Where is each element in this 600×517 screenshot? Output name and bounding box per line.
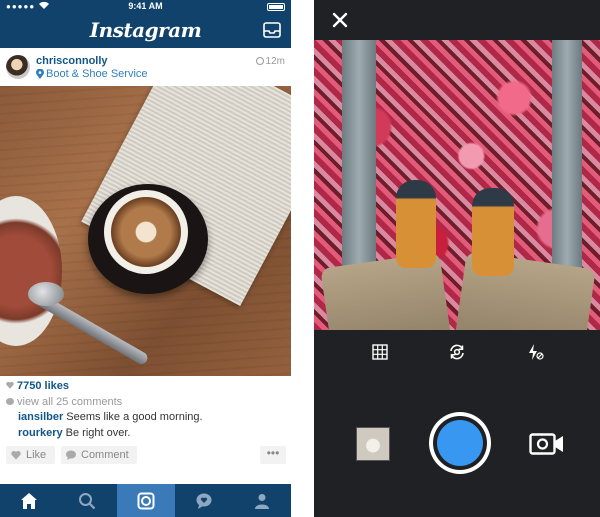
viewfinder-boot-left bbox=[396, 180, 436, 268]
comment-text: Be right over. bbox=[65, 427, 131, 439]
comment-text: Seems like a good morning. bbox=[66, 411, 203, 423]
home-icon bbox=[21, 492, 37, 509]
comment-button[interactable]: Comment bbox=[61, 446, 137, 464]
status-time: 9:41 AM bbox=[128, 1, 163, 11]
close-icon[interactable] bbox=[332, 12, 348, 28]
heart-icon bbox=[6, 381, 14, 389]
shutter-button[interactable] bbox=[429, 412, 491, 474]
comment-user[interactable]: iansilber bbox=[18, 411, 63, 423]
inbox-icon[interactable] bbox=[263, 22, 281, 38]
shutter-inner bbox=[437, 420, 483, 466]
photo-coffee bbox=[111, 197, 181, 267]
camera-viewfinder[interactable] bbox=[314, 40, 600, 330]
grid-icon[interactable] bbox=[371, 343, 389, 361]
camera-icon bbox=[137, 492, 155, 509]
post-timestamp: 12m bbox=[255, 56, 285, 67]
comment-bubble-icon bbox=[6, 398, 14, 405]
likes-count[interactable]: 7750 likes bbox=[6, 380, 69, 392]
profile-icon bbox=[255, 493, 269, 509]
post-actions: Like Comment ••• bbox=[6, 446, 286, 466]
heart-icon bbox=[11, 451, 21, 460]
feed-screen: ●●●●● 9:41 AM Instagram chrisconnolly Bo… bbox=[0, 0, 291, 517]
tab-profile[interactable] bbox=[233, 484, 291, 517]
search-icon bbox=[79, 492, 96, 509]
camera-controls bbox=[314, 376, 600, 517]
gallery-thumbnail[interactable] bbox=[356, 427, 390, 461]
location-pin-icon bbox=[36, 69, 44, 79]
camera-tools bbox=[314, 330, 600, 376]
tab-search[interactable] bbox=[58, 484, 116, 517]
activity-icon bbox=[196, 493, 212, 509]
camera-top-bar bbox=[314, 0, 600, 40]
comment-item: rourkery Be right over. bbox=[18, 427, 130, 439]
comment-label: Comment bbox=[81, 449, 129, 461]
view-all-comments[interactable]: view all 25 comments bbox=[6, 396, 122, 408]
flip-camera-icon[interactable] bbox=[448, 343, 466, 361]
tab-home[interactable] bbox=[0, 484, 58, 517]
camera-screen bbox=[314, 0, 600, 517]
tab-camera[interactable] bbox=[117, 484, 175, 517]
battery-icon bbox=[267, 3, 285, 11]
app-logo: Instagram bbox=[89, 18, 202, 42]
more-options-button[interactable]: ••• bbox=[260, 446, 286, 464]
status-bar: ●●●●● 9:41 AM bbox=[0, 0, 291, 14]
post-location[interactable]: Boot & Shoe Service bbox=[46, 68, 148, 80]
screen-gap bbox=[291, 0, 314, 517]
likes-text: 7750 likes bbox=[17, 380, 69, 392]
viewfinder-boot-right bbox=[472, 188, 514, 276]
clock-icon bbox=[255, 57, 264, 65]
post-username[interactable]: chrisconnolly bbox=[36, 55, 108, 67]
like-button[interactable]: Like bbox=[6, 446, 55, 464]
bottom-tab-bar bbox=[0, 484, 291, 517]
tab-activity[interactable] bbox=[175, 484, 233, 517]
comment-bubble-icon bbox=[66, 450, 76, 460]
post-photo[interactable] bbox=[0, 86, 291, 376]
photo-bowl bbox=[0, 196, 62, 346]
post-time-ago: 12m bbox=[265, 56, 285, 67]
avatar[interactable] bbox=[6, 55, 30, 79]
app-header: Instagram bbox=[0, 14, 291, 48]
video-camera-icon[interactable] bbox=[529, 432, 565, 456]
view-comments-text: view all 25 comments bbox=[17, 396, 123, 408]
post-header: chrisconnolly Boot & Shoe Service 12m bbox=[0, 48, 291, 87]
photo-spoon-head bbox=[28, 282, 64, 306]
flash-off-icon[interactable] bbox=[526, 343, 544, 361]
comment-user[interactable]: rourkery bbox=[18, 427, 63, 439]
comment-item: iansilber Seems like a good morning. bbox=[18, 411, 203, 423]
like-label: Like bbox=[26, 449, 47, 461]
